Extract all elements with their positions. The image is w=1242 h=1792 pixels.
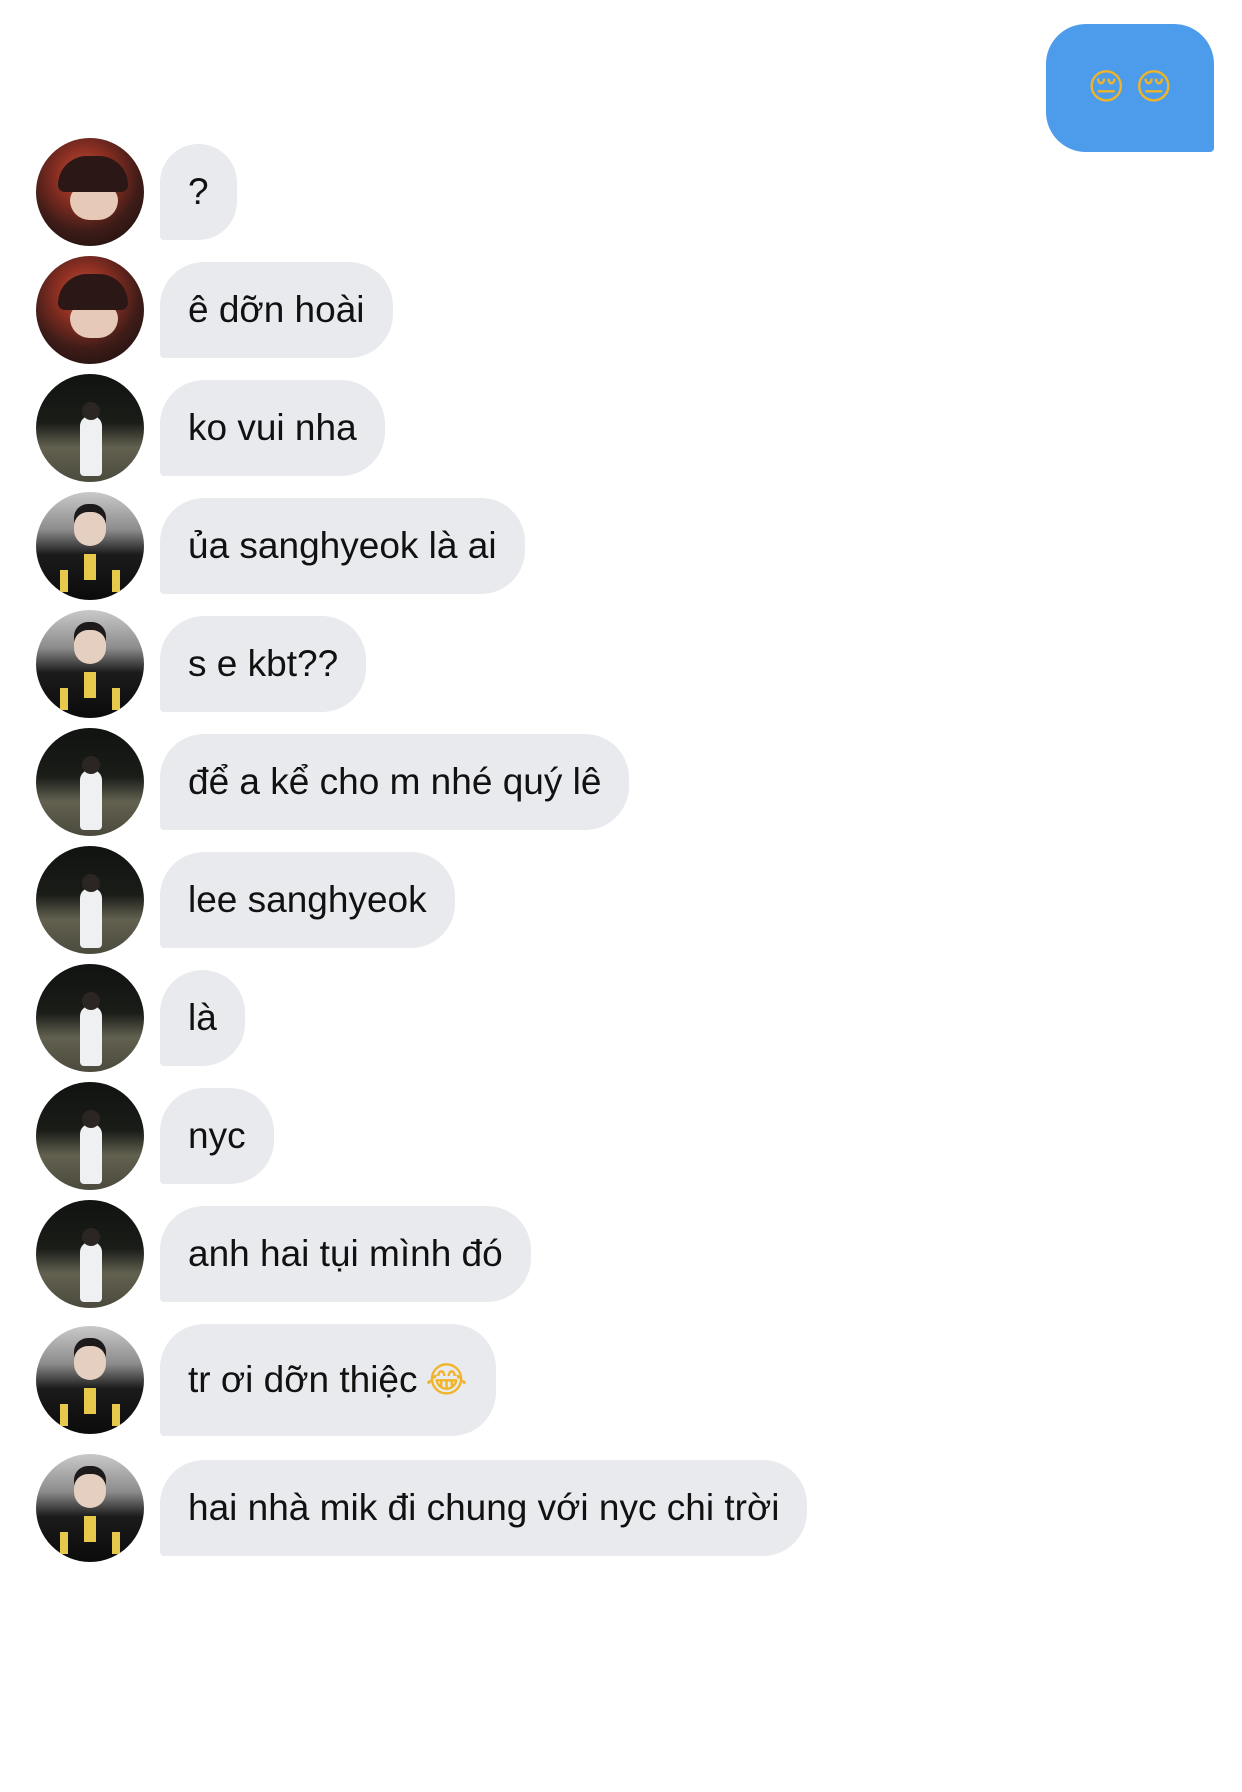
pensive-face-emoji: 😔 (1087, 67, 1125, 108)
received-message-row: hai nhà mik đi chung với nyc chi trời (36, 1452, 808, 1564)
message-text: nyc (188, 1115, 246, 1156)
received-message-row: ê dỡn hoài (36, 254, 393, 366)
received-message-row: ủa sanghyeok là ai (36, 490, 525, 602)
sent-message-bubble[interactable]: 😔 😔 (1046, 24, 1214, 152)
received-message-bubble[interactable]: ê dỡn hoài (160, 262, 393, 358)
message-text: ủa sanghyeok là ai (188, 525, 497, 566)
received-message-bubble[interactable]: anh hai tụi mình đó (160, 1206, 531, 1302)
received-message-bubble[interactable]: hai nhà mik đi chung với nyc chi trời (160, 1460, 808, 1556)
received-message-row: tr ơi dỡn thiệc 😂 (36, 1324, 496, 1436)
message-text: ê dỡn hoài (188, 289, 365, 330)
received-message-row: để a kể cho m nhé quý lê (36, 726, 630, 838)
received-message-bubble[interactable]: lee sanghyeok (160, 852, 455, 948)
pensive-face-emoji: 😔 (1135, 67, 1173, 108)
laughing-tears-emoji: 😂 (425, 1359, 468, 1401)
received-message-row: s e kbt?? (36, 608, 367, 720)
received-message-row: lee sanghyeok (36, 844, 455, 956)
received-message-row: nyc (36, 1080, 274, 1192)
avatar-jersey-person[interactable] (36, 1454, 144, 1562)
message-text: tr ơi dỡn thiệc (188, 1359, 418, 1400)
avatar-field-person[interactable] (36, 1082, 144, 1190)
message-text: anh hai tụi mình đó (188, 1233, 503, 1274)
message-text: ? (188, 171, 209, 212)
avatar-field-person[interactable] (36, 1200, 144, 1308)
received-message-row: là (36, 962, 245, 1074)
avatar-jersey-person[interactable] (36, 492, 144, 600)
message-text: hai nhà mik đi chung với nyc chi trời (188, 1487, 780, 1528)
avatar-mask-person[interactable] (36, 138, 144, 246)
avatar-jersey-person[interactable] (36, 1326, 144, 1434)
message-text: lee sanghyeok (188, 879, 427, 920)
avatar-field-person[interactable] (36, 846, 144, 954)
received-message-bubble[interactable]: ủa sanghyeok là ai (160, 498, 525, 594)
avatar-jersey-person[interactable] (36, 610, 144, 718)
received-message-row: anh hai tụi mình đó (36, 1198, 531, 1310)
received-message-bubble[interactable]: để a kể cho m nhé quý lê (160, 734, 630, 830)
avatar-field-person[interactable] (36, 964, 144, 1072)
avatar-field-person[interactable] (36, 374, 144, 482)
message-thread: 😔 😔 ? ê dỡn hoài ko vui nha ủa sanghyeok… (0, 0, 1242, 1792)
received-message-bubble[interactable]: ? (160, 144, 237, 240)
avatar-mask-person[interactable] (36, 256, 144, 364)
received-message-row: ko vui nha (36, 372, 385, 484)
received-message-bubble[interactable]: s e kbt?? (160, 616, 367, 712)
received-message-bubble[interactable]: ko vui nha (160, 380, 385, 476)
message-text: là (188, 997, 217, 1038)
message-text: s e kbt?? (188, 643, 339, 684)
received-message-bubble[interactable]: tr ơi dỡn thiệc 😂 (160, 1324, 496, 1436)
message-text: để a kể cho m nhé quý lê (188, 761, 602, 802)
message-text: ko vui nha (188, 407, 357, 448)
received-message-bubble[interactable]: là (160, 970, 245, 1066)
received-message-row: ? (36, 136, 237, 248)
avatar-field-person[interactable] (36, 728, 144, 836)
received-message-bubble[interactable]: nyc (160, 1088, 274, 1184)
